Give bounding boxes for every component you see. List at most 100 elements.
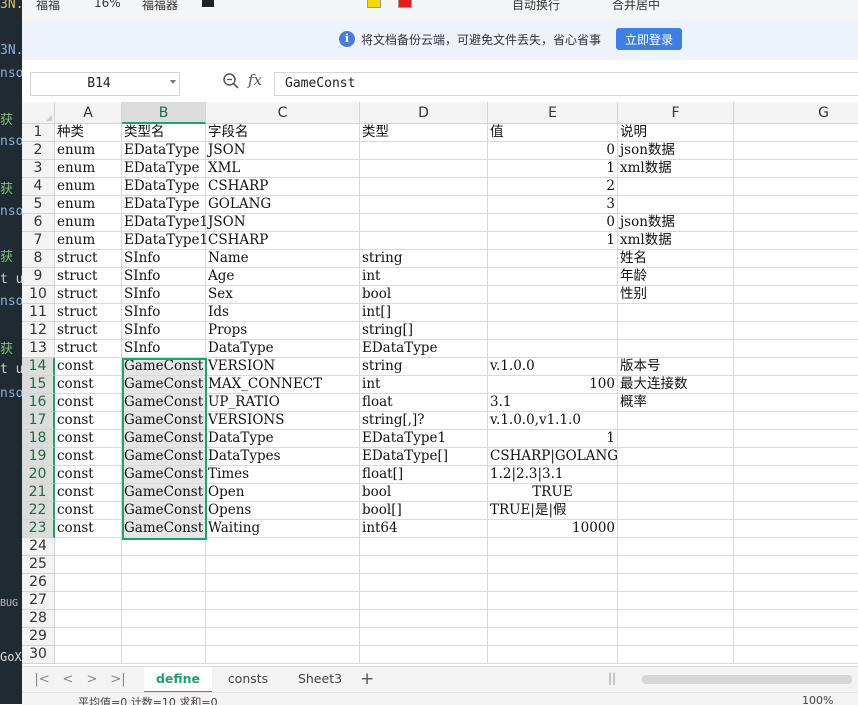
row-header[interactable]: 17 [22,412,55,430]
cell-c10[interactable]: Sex [206,286,360,304]
cell-g30[interactable] [734,646,858,664]
row-header[interactable]: 18 [22,430,55,448]
cell-d12[interactable]: string[] [360,322,488,340]
cell-g21[interactable] [734,484,858,502]
cell-g24[interactable] [734,538,858,556]
cell-a23[interactable]: const [55,520,122,538]
cell-e28[interactable] [488,610,618,628]
cell-d8[interactable]: string [360,250,488,268]
cell-b25[interactable] [122,556,206,574]
cell-a22[interactable]: const [55,502,122,520]
horizontal-scrollbar[interactable] [642,675,852,684]
cell-d13[interactable]: EDataType [360,340,488,358]
cell-a6[interactable]: enum [55,214,122,232]
cell-e26[interactable] [488,574,618,592]
cell-g11[interactable] [734,304,858,322]
cell-c9[interactable]: Age [206,268,360,286]
cell-f12[interactable] [618,322,734,340]
cell-b16[interactable]: GameConst [122,394,206,412]
cell-d5[interactable] [360,196,488,214]
function-icon[interactable]: fx [248,71,262,89]
row-header[interactable]: 30 [22,646,55,664]
cell-e12[interactable] [488,322,618,340]
cell-c23[interactable]: Waiting [206,520,360,538]
row-header[interactable]: 6 [22,214,55,232]
cell-f26[interactable] [618,574,734,592]
cell-f1[interactable]: 说明 [618,124,734,142]
cell-b5[interactable]: EDataType [122,196,206,214]
cell-b6[interactable]: EDataType1 [122,214,208,232]
cell-a25[interactable] [55,556,122,574]
cell-e27[interactable] [488,592,618,610]
cell-f19[interactable] [618,448,734,466]
next-sheet-icon[interactable]: > [84,672,100,687]
zoom-search-icon[interactable] [222,72,240,90]
cell-a19[interactable]: const [55,448,122,466]
bold-icon[interactable] [202,0,214,7]
cell-d16[interactable]: float [360,394,488,412]
cell-b15[interactable]: GameConst [122,376,206,394]
row-header[interactable]: 29 [22,628,55,646]
cell-a7[interactable]: enum [55,232,122,250]
cell-b10[interactable]: SInfo [122,286,206,304]
cell-a16[interactable]: const [55,394,122,412]
row-header[interactable]: 14 [22,358,55,376]
cell-b24[interactable] [122,538,206,556]
cell-g27[interactable] [734,592,858,610]
cell-d17[interactable]: string[,]? [360,412,488,430]
row-header[interactable]: 15 [22,376,55,394]
first-sheet-icon[interactable]: |< [34,672,50,687]
cell-f25[interactable] [618,556,734,574]
cell-a15[interactable]: const [55,376,122,394]
cell-c19[interactable]: DataTypes [206,448,360,466]
cell-a27[interactable] [55,592,122,610]
cell-g15[interactable] [734,376,858,394]
cell-a9[interactable]: struct [55,268,122,286]
cell-g13[interactable] [734,340,858,358]
cell-e18[interactable]: 1 [488,430,618,448]
cell-b23[interactable]: GameConst [122,520,206,538]
row-header[interactable]: 13 [22,340,55,358]
cell-a24[interactable] [55,538,122,556]
cell-b27[interactable] [122,592,206,610]
cell-c15[interactable]: MAX_CONNECT [206,376,360,394]
cell-c29[interactable] [206,628,360,646]
cell-e8[interactable] [488,250,618,268]
cell-e30[interactable] [488,646,618,664]
zoom-level[interactable]: 100% [802,694,833,705]
cell-f6[interactable]: json数据 [618,214,734,232]
cell-g7[interactable] [734,232,858,250]
highlight-color-icon[interactable] [367,0,381,8]
column-header-a[interactable]: A [55,102,122,124]
cell-g2[interactable] [734,142,858,160]
cell-b14[interactable]: GameConst [122,358,206,376]
cell-b21[interactable]: GameConst [122,484,206,502]
row-header[interactable]: 24 [22,538,55,556]
row-header[interactable]: 26 [22,574,55,592]
cell-c1[interactable]: 字段名 [206,124,360,142]
cell-f2[interactable]: json数据 [618,142,734,160]
column-header-f[interactable]: F [618,102,734,124]
cell-e2[interactable]: 0 [488,142,618,160]
cell-e16[interactable]: 3.1 [488,394,618,412]
cell-f14[interactable]: 版本号 [618,358,734,376]
ribbon-item[interactable]: 16% [94,0,121,10]
cell-f17[interactable] [618,412,734,430]
cell-e5[interactable]: 3 [488,196,618,214]
cell-g22[interactable] [734,502,858,520]
cell-e11[interactable] [488,304,618,322]
cell-f15[interactable]: 最大连接数 [618,376,734,394]
row-header[interactable]: 20 [22,466,55,484]
cell-g5[interactable] [734,196,858,214]
cell-c28[interactable] [206,610,360,628]
cell-c25[interactable] [206,556,360,574]
ribbon-item[interactable]: 自动换行 [512,0,560,13]
cell-g1[interactable] [734,124,858,142]
cell-c27[interactable] [206,592,360,610]
cell-a3[interactable]: enum [55,160,122,178]
cell-d27[interactable] [360,592,488,610]
cell-e4[interactable]: 2 [488,178,618,196]
cell-a4[interactable]: enum [55,178,122,196]
cell-g25[interactable] [734,556,858,574]
sheet-tab-consts[interactable]: consts [218,667,278,691]
